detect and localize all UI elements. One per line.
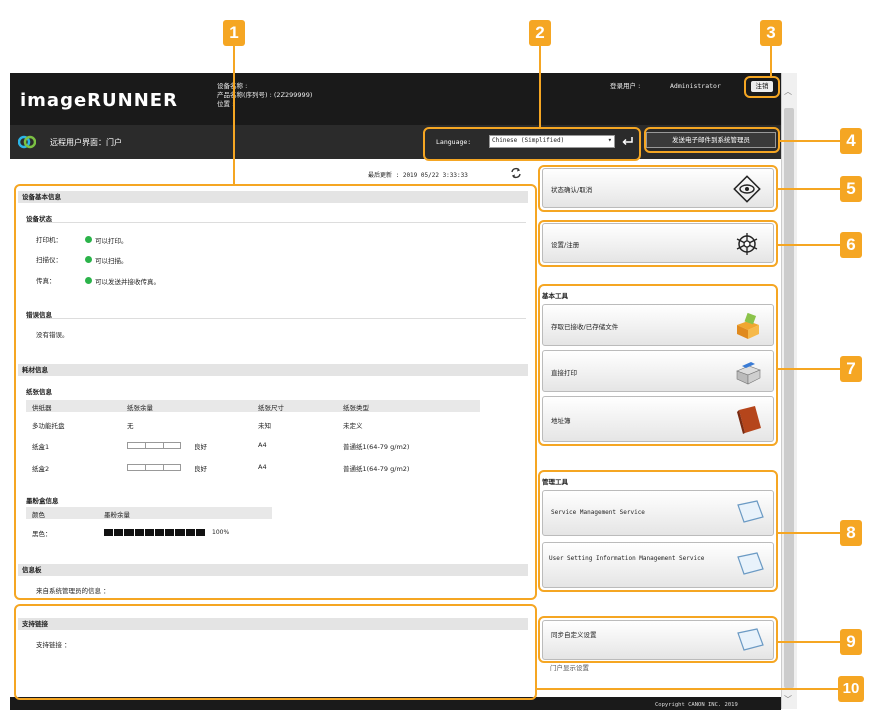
callout-frame-10 (14, 604, 537, 700)
callout-frame-8 (538, 470, 778, 592)
callout-line (780, 140, 840, 142)
callout-line (778, 188, 840, 190)
scroll-up-icon[interactable]: ︿ (784, 86, 792, 97)
callout-badge-3: 3 (760, 20, 782, 46)
product-name-label: 产品名称(序列号) : (2Z299999) (217, 91, 313, 99)
callout-badge-4: 4 (840, 128, 862, 154)
callout-badge-1: 1 (223, 20, 245, 46)
callout-line (778, 244, 840, 246)
portal-title: 远程用户界面：门户 (50, 138, 122, 147)
portal-display-settings-link[interactable]: 门户显示设置 (550, 662, 589, 672)
callout-badge-2: 2 (529, 20, 551, 46)
callout-frame-4 (644, 127, 780, 153)
callout-badge-5: 5 (840, 176, 862, 202)
callout-line (539, 44, 541, 128)
callout-frame-1 (14, 184, 537, 600)
callout-line (778, 368, 840, 370)
scrollbar-thumb[interactable] (784, 108, 794, 688)
callout-frame-3 (744, 76, 780, 98)
callout-frame-2 (423, 127, 641, 161)
login-user-name: Administrator (670, 82, 721, 90)
portal-logo-icon (17, 133, 37, 151)
callout-frame-5 (538, 165, 778, 212)
callout-badge-7: 7 (840, 356, 862, 382)
callout-badge-6: 6 (840, 232, 862, 258)
callout-frame-6 (538, 220, 778, 267)
callout-line (770, 44, 772, 77)
callout-line (778, 641, 840, 643)
callout-badge-10: 10 (838, 676, 864, 702)
callout-frame-7 (538, 284, 778, 446)
callout-badge-8: 8 (840, 520, 862, 546)
callout-line (778, 532, 840, 534)
scroll-down-icon[interactable]: ﹀ (784, 694, 792, 705)
callout-frame-9 (538, 616, 778, 663)
location-label: 位置 : (217, 100, 235, 108)
callout-line (537, 688, 840, 690)
login-user-label: 登录用户 : (610, 82, 641, 90)
callout-line (233, 44, 235, 184)
copyright: Copyright CANON INC. 2019 (655, 702, 738, 708)
last-updated: 最后更新 : 2019 05/22 3:33:33 (368, 172, 468, 179)
product-logo: imageRUNNER (20, 90, 178, 111)
refresh-icon[interactable] (510, 167, 522, 181)
callout-badge-9: 9 (840, 629, 862, 655)
